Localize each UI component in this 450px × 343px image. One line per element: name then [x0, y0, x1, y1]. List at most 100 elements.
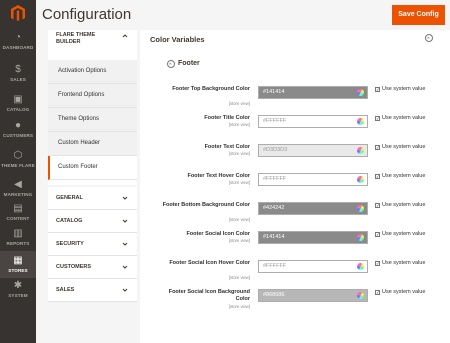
page-title: Configuration	[42, 6, 132, 23]
scope-label: [store view]	[228, 101, 250, 106]
tab-activation-options[interactable]: Activation Options	[48, 60, 137, 84]
color-value: #141414	[263, 234, 285, 240]
nav-item-customers[interactable]: ● CUSTOMERS	[0, 116, 36, 143]
use-system-label: Use system value	[382, 202, 426, 208]
color-picker-icon[interactable]	[357, 147, 364, 154]
field-label: Footer Top Background Color	[172, 86, 250, 92]
color-picker-icon[interactable]	[357, 263, 364, 270]
tab-theme-options[interactable]: Theme Options	[48, 108, 137, 132]
magento-logo-icon[interactable]	[9, 4, 27, 22]
use-system-value-checkbox[interactable]: ✓ Use system value	[375, 115, 435, 122]
color-input[interactable]: #868686	[258, 289, 368, 302]
checkmark-icon: ✓	[375, 289, 380, 295]
person-icon: ●	[14, 120, 22, 131]
tab-custom-header[interactable]: Custom Header	[48, 132, 137, 156]
footer-subsection-title[interactable]: Footer	[178, 60, 200, 67]
checkmark-icon: ✓	[375, 86, 380, 92]
nav-item-theme-flare[interactable]: ⬡ THEME FLARE	[0, 146, 36, 173]
tab-group-customers[interactable]: CUSTOMERS	[48, 256, 137, 279]
nav-label: SYSTEM	[8, 293, 28, 298]
scope-label: [store view]	[228, 151, 250, 156]
nav-item-dashboard[interactable]: ◔ DASHBOARD	[0, 28, 36, 55]
flare-theme-builder-title[interactable]: FLARE THEME BUILDER	[56, 32, 116, 46]
checkmark-icon: ✓	[375, 260, 380, 266]
chevron-down-icon	[122, 288, 128, 292]
nav-label: CUSTOMERS	[2, 133, 34, 138]
use-system-value-checkbox[interactable]: ✓ Use system value	[375, 260, 435, 267]
nav-item-stores[interactable]: ▦ STORES	[0, 251, 36, 278]
field-label: Footer Title Color	[204, 115, 250, 121]
nav-label: SALES	[10, 77, 26, 82]
tab-group-security[interactable]: SECURITY	[48, 233, 137, 256]
use-system-label: Use system value	[382, 144, 426, 150]
tab-custom-footer[interactable]: Custom Footer	[48, 156, 137, 180]
nav-label: STORES	[8, 268, 28, 273]
color-picker-icon[interactable]	[357, 205, 364, 212]
box-icon: ▣	[13, 94, 23, 105]
tab-label: Custom Footer	[58, 164, 98, 170]
nav-item-marketing[interactable]: ◀ MARKETING	[0, 175, 36, 202]
color-picker-icon[interactable]	[357, 292, 364, 299]
use-system-value-checkbox[interactable]: ✓ Use system value	[375, 86, 435, 93]
field-label: Footer Text Hover Color	[187, 173, 250, 179]
scope-label: [store view]	[228, 217, 250, 222]
color-value: #D3D3D3	[263, 147, 288, 153]
nav-label: THEME FLARE	[1, 163, 35, 168]
tab-group-general[interactable]: GENERAL	[48, 187, 137, 210]
field-label: Footer Social Icon Hover Color	[169, 260, 250, 266]
color-row: Footer Text Hover Color [store view] #FFFF…	[140, 173, 450, 201]
save-config-button[interactable]: Save Config	[392, 5, 445, 25]
color-input[interactable]: #424242	[258, 202, 368, 215]
nav-item-catalog[interactable]: ▣ CATALOG	[0, 90, 36, 117]
gear-icon: ✱	[13, 280, 23, 291]
field-label: Footer Social Icon Background Color	[168, 289, 250, 302]
page-icon: ▤	[13, 203, 23, 214]
nav-item-sales[interactable]: $ SALES	[0, 60, 36, 87]
color-picker-icon[interactable]	[357, 234, 364, 241]
nav-item-reports[interactable]: ▥ REPORTS	[0, 224, 36, 251]
tab-group-label: CUSTOMERS	[56, 264, 92, 270]
tab-group-label: SECURITY	[56, 241, 84, 247]
checkmark-icon: ✓	[375, 144, 380, 150]
use-system-label: Use system value	[382, 231, 426, 237]
chevron-up-icon[interactable]	[122, 33, 128, 39]
color-picker-icon[interactable]	[357, 89, 364, 96]
color-row: Footer Title Color [store view] #FFFFFF ✓ Us…	[140, 115, 450, 143]
color-input[interactable]: #FFFFFF	[258, 115, 368, 128]
nav-label: DASHBOARD	[2, 45, 34, 50]
color-input[interactable]: #141414	[258, 86, 368, 99]
color-input[interactable]: #D3D3D3	[258, 144, 368, 157]
color-input[interactable]: #FFFFFF	[258, 260, 368, 273]
color-row: Footer Top Background Color [store view] #…	[140, 86, 450, 114]
nav-item-system[interactable]: ✱ SYSTEM	[0, 276, 36, 303]
config-main-panel: Color Variables Footer Footer Top Backgr…	[140, 30, 450, 343]
use-system-value-checkbox[interactable]: ✓ Use system value	[375, 231, 435, 238]
scope-label: [store view]	[228, 304, 250, 309]
use-system-value-checkbox[interactable]: ✓ Use system value	[375, 289, 435, 296]
color-picker-icon[interactable]	[357, 176, 364, 183]
tab-group-sales[interactable]: SALES	[48, 279, 137, 302]
config-tabs: FLARE THEME BUILDER Activation Options Fr…	[48, 30, 137, 343]
use-system-value-checkbox[interactable]: ✓ Use system value	[375, 173, 435, 180]
tab-group-catalog[interactable]: CATALOG	[48, 210, 137, 233]
nav-label: REPORTS	[6, 241, 30, 246]
color-row: Footer Social Icon Color [store view] #141…	[140, 231, 450, 259]
color-picker-icon[interactable]	[357, 118, 364, 125]
nav-label: MARKETING	[3, 192, 33, 197]
use-system-value-checkbox[interactable]: ✓ Use system value	[375, 144, 435, 151]
store-icon: ▦	[13, 255, 23, 266]
field-label: Footer Bottom Background Color	[162, 202, 250, 208]
collapse-footer-icon[interactable]	[167, 60, 175, 68]
use-system-label: Use system value	[382, 289, 426, 295]
dollar-icon: $	[15, 64, 21, 75]
nav-item-content[interactable]: ▤ CONTENT	[0, 199, 36, 226]
bar-chart-icon: ▥	[13, 228, 23, 239]
color-value: #FFFFFF	[263, 263, 287, 269]
section-title[interactable]: Color Variables	[150, 35, 205, 44]
color-row: Footer Text Color [store view] #D3D3D3 ✓ Use…	[140, 144, 450, 172]
collapse-section-icon[interactable]	[425, 34, 433, 42]
color-input[interactable]: #141414	[258, 231, 368, 244]
tab-frontend-options[interactable]: Frontend Options	[48, 84, 137, 108]
use-system-value-checkbox[interactable]: ✓ Use system value	[375, 202, 435, 209]
color-input[interactable]: #FFFFFF	[258, 173, 368, 186]
